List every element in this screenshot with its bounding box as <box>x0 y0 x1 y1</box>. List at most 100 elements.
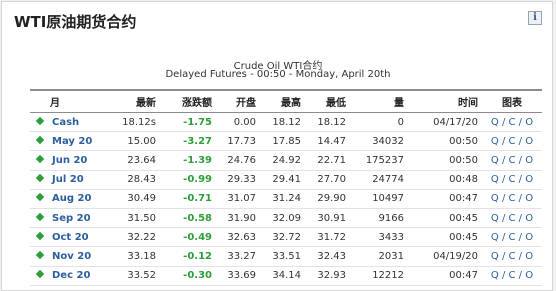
contract-month-link[interactable]: Nov 20 <box>52 251 91 262</box>
header-chart: 图表 <box>502 98 522 109</box>
expand-marker-icon[interactable] <box>35 135 45 145</box>
chart-link[interactable]: C <box>509 174 516 185</box>
link-separator: / <box>501 116 506 128</box>
link-separator: / <box>518 231 523 243</box>
contract-month-link[interactable]: Aug 20 <box>52 193 91 204</box>
table-body: Cash 18.12s -1.75 0.00 18.12 18.12 0 04/17/20 Q … <box>30 113 542 286</box>
volume: 34032 <box>372 135 404 147</box>
volume: 3433 <box>378 231 404 243</box>
header-low[interactable]: 最低 <box>305 90 350 113</box>
chart-link[interactable]: C <box>509 136 516 147</box>
chart-links: Q / C / O <box>482 170 542 189</box>
month-cell: Cash <box>30 113 102 132</box>
month-cell: Jun 20 <box>30 151 102 170</box>
chart-link[interactable]: C <box>509 155 516 166</box>
chart-links: Q / C / O <box>482 113 542 132</box>
expand-marker-icon[interactable] <box>35 269 45 279</box>
month-cell: Dec 20 <box>30 266 102 285</box>
chart-link[interactable]: C <box>509 251 516 262</box>
quote-link[interactable]: Q <box>491 251 499 262</box>
quote-link[interactable]: Q <box>491 174 499 185</box>
link-separator: / <box>501 135 506 147</box>
expand-marker-icon[interactable] <box>35 212 45 221</box>
header-volume[interactable]: 量 <box>350 90 408 113</box>
link-separator: / <box>501 270 506 282</box>
chart-link[interactable]: C <box>509 270 516 281</box>
volume: 24774 <box>372 174 404 186</box>
price-change: -0.71 <box>183 193 212 205</box>
high-price: 24.92 <box>272 154 301 166</box>
header-open[interactable]: 开盘 <box>216 90 260 113</box>
options-link[interactable]: O <box>525 270 533 281</box>
price-change: -1.39 <box>183 154 212 166</box>
chart-link[interactable]: C <box>509 193 516 204</box>
table-row: Dec 20 33.52 -0.30 33.69 34.14 32.93 12212 00:4… <box>30 266 542 286</box>
quote-link[interactable]: Q <box>491 136 499 147</box>
table-row: Jul 20 28.43 -0.99 29.33 29.41 27.70 24774 00:4… <box>30 170 542 190</box>
expand-marker-icon[interactable] <box>35 154 45 164</box>
options-link[interactable]: O <box>525 136 533 147</box>
last-price: 28.43 <box>127 174 156 186</box>
quote-link[interactable]: Q <box>491 270 499 281</box>
table-row: May 20 15.00 -3.27 17.73 17.85 14.47 34032 00:5… <box>30 132 542 151</box>
contract-month-link[interactable]: Dec 20 <box>52 270 90 281</box>
volume: 0 <box>397 116 404 128</box>
header-change[interactable]: 涨跌额 <box>160 90 216 113</box>
high-price: 32.09 <box>272 212 301 224</box>
options-link[interactable]: O <box>525 213 533 224</box>
quote-link[interactable]: Q <box>491 213 499 224</box>
high-price: 33.51 <box>272 250 301 262</box>
link-separator: / <box>518 270 523 282</box>
chart-link[interactable]: C <box>509 117 516 128</box>
info-icon[interactable]: i <box>528 11 542 25</box>
chart-links: Q / C / O <box>482 208 542 227</box>
header-time[interactable]: 时间 <box>408 90 482 113</box>
link-separator: / <box>501 174 506 186</box>
contract-month-link[interactable]: Jul 20 <box>52 174 84 185</box>
expand-marker-icon[interactable] <box>35 231 45 240</box>
expand-marker-icon[interactable] <box>35 193 45 202</box>
open-price: 0.00 <box>233 116 256 128</box>
contract-month-link[interactable]: Oct 20 <box>52 232 89 243</box>
link-separator: / <box>518 154 523 166</box>
month-cell: Aug 20 <box>30 189 102 208</box>
chart-links: Q / C / O <box>482 189 542 208</box>
options-link[interactable]: O <box>525 117 533 128</box>
quote-link[interactable]: Q <box>491 232 499 243</box>
open-price: 33.27 <box>227 250 256 262</box>
options-link[interactable]: O <box>525 251 533 262</box>
chart-link[interactable]: C <box>509 213 516 224</box>
link-separator: / <box>518 174 523 186</box>
options-link[interactable]: O <box>525 174 533 185</box>
table-row: Cash 18.12s -1.75 0.00 18.12 18.12 0 04/17/20 Q … <box>30 113 542 132</box>
quote-link[interactable]: Q <box>491 155 499 166</box>
link-separator: / <box>501 193 506 205</box>
link-separator: / <box>518 212 523 224</box>
expand-marker-icon[interactable] <box>35 116 45 125</box>
contract-month-link[interactable]: Sep 20 <box>52 213 91 224</box>
expand-marker-icon[interactable] <box>35 250 45 260</box>
month-cell: Oct 20 <box>30 228 102 247</box>
price-change: -0.58 <box>183 212 212 224</box>
price-change: -3.27 <box>183 135 212 147</box>
contract-month-link[interactable]: Jun 20 <box>52 155 87 166</box>
chart-link[interactable]: C <box>509 232 516 243</box>
high-price: 34.14 <box>272 270 301 282</box>
quote-link[interactable]: Q <box>491 193 499 204</box>
options-link[interactable]: O <box>525 232 533 243</box>
quote-time: 00:50 <box>449 154 478 166</box>
options-link[interactable]: O <box>525 155 533 166</box>
options-link[interactable]: O <box>525 193 533 204</box>
contract-month-link[interactable]: May 20 <box>52 136 92 147</box>
quote-link[interactable]: Q <box>491 117 499 128</box>
last-price: 33.52 <box>127 270 156 282</box>
last-price: 32.22 <box>127 231 156 243</box>
header-high[interactable]: 最高 <box>260 90 305 113</box>
expand-marker-icon[interactable] <box>35 173 45 183</box>
quote-time: 04/17/20 <box>433 116 478 128</box>
contract-month-link[interactable]: Cash <box>52 117 79 128</box>
header-last[interactable]: 最新 <box>102 90 160 113</box>
futures-table: 月 最新 涨跌额 开盘 最高 最低 量 时间 图表 Cash 18.12s -1.7… <box>30 89 542 286</box>
quote-time: 00:48 <box>449 174 478 186</box>
header-month[interactable]: 月 <box>30 90 102 113</box>
